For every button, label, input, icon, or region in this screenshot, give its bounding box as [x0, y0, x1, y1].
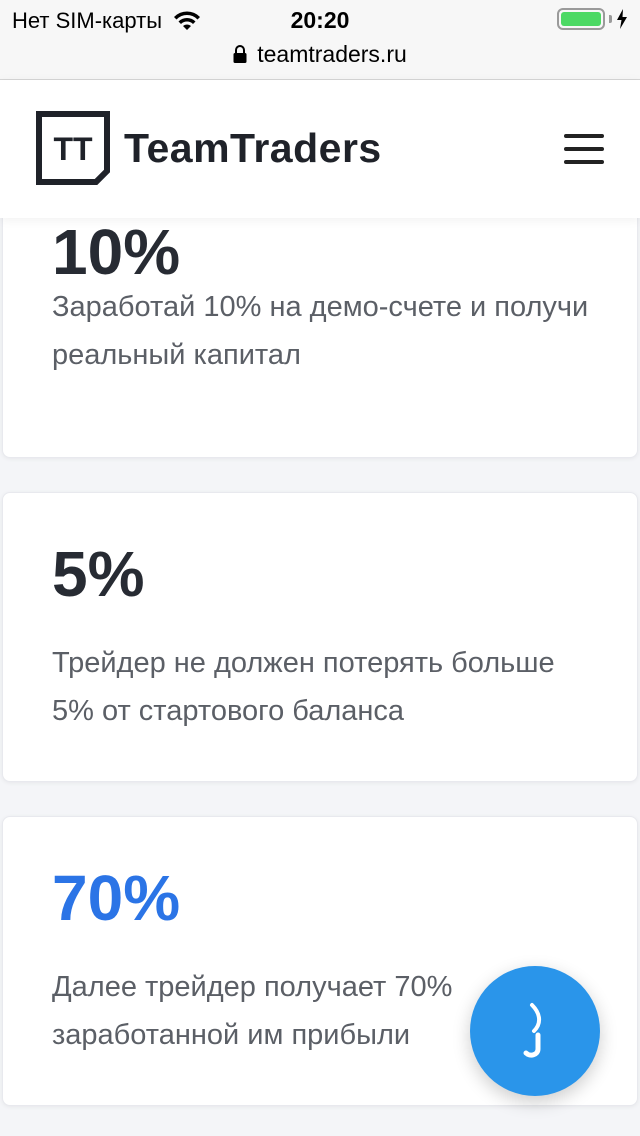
logo-text: TeamTraders — [124, 124, 382, 171]
card-number: 70% — [52, 862, 181, 934]
card-number: 10% — [52, 218, 181, 288]
card-description: Трейдер не должен потерять больше 5% от … — [52, 647, 555, 727]
menu-line — [564, 147, 604, 151]
hamburger-menu-icon[interactable] — [564, 134, 604, 164]
lock-icon — [233, 45, 247, 63]
battery-level — [561, 12, 601, 26]
status-bar: Нет SIM-карты 20:20 — [0, 0, 640, 40]
clock: 20:20 — [290, 7, 350, 33]
card-number: 5% — [52, 538, 145, 610]
browser-chrome: Нет SIM-карты 20:20 teamtraders.ru — [0, 0, 640, 80]
battery-icon — [557, 8, 605, 30]
logo-mark-text: TT — [53, 131, 93, 167]
site-header: TT TeamTraders — [0, 80, 640, 218]
battery-indicator — [557, 8, 628, 30]
battery-cap — [609, 15, 612, 23]
charging-bolt-icon — [617, 9, 627, 29]
card-description: Заработай 10% на демо-счете и получи реа… — [52, 291, 589, 371]
address-bar[interactable]: teamtraders.ru — [0, 38, 640, 70]
logo[interactable]: TT TeamTraders — [36, 111, 382, 185]
url-text[interactable]: teamtraders.ru — [257, 41, 407, 68]
chat-button[interactable] — [470, 966, 600, 1096]
condition-card: 10% Заработай 10% на демо-счете и получи… — [2, 218, 638, 458]
logo-mark-icon: TT — [36, 111, 110, 185]
menu-line — [564, 160, 604, 164]
condition-card: 5% Трейдер не должен потерять больше 5% … — [2, 492, 638, 782]
menu-line — [564, 134, 604, 138]
chat-icon — [523, 1003, 541, 1058]
